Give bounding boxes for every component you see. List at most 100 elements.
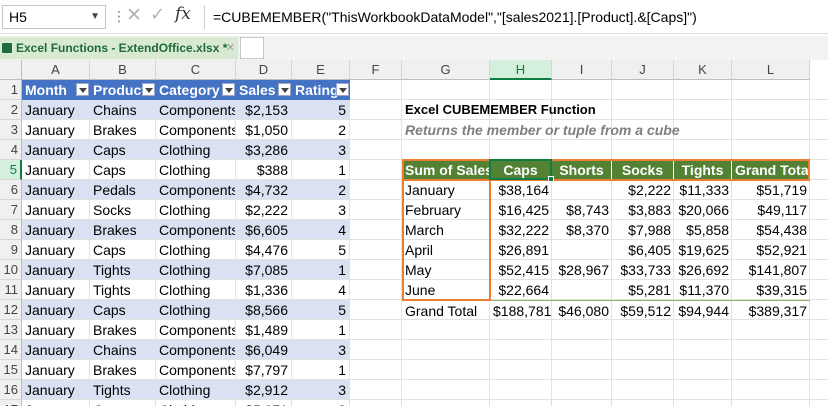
row-header[interactable]: 14 [0,340,22,360]
pivot-value-cell[interactable]: $33,733 [612,260,674,280]
pivot-header-cell[interactable]: Caps [490,160,552,180]
table-cell[interactable]: $6,605 [236,220,291,239]
name-box[interactable]: H5 ▼ [2,5,106,29]
pivot-value-cell[interactable]: $11,333 [674,180,732,200]
table-cell[interactable]: $388 [236,160,291,179]
table-cell[interactable]: Brakes [90,320,155,339]
pivot-value-cell[interactable]: $38,164 [490,180,552,200]
pivot-value-cell[interactable]: $54,438 [732,220,810,240]
column-header[interactable]: A [22,60,90,80]
pivot-value-cell[interactable]: $26,692 [674,260,732,280]
pivot-value-cell[interactable]: $5,281 [612,280,674,300]
pivot-total-label[interactable]: Grand Total [402,300,490,320]
pivot-header-cell[interactable]: Tights [674,160,732,180]
filter-dropdown-icon[interactable] [222,83,235,96]
pivot-value-cell[interactable] [552,240,612,260]
table-cell[interactable]: Pedals [90,180,155,199]
table-header-cell[interactable]: Category [156,80,236,100]
table-cell[interactable]: 5 [292,100,349,119]
pivot-row-label[interactable]: March [402,220,490,240]
table-cell[interactable]: January [22,340,89,359]
insert-function-icon[interactable]: fx [175,4,191,24]
column-header[interactable]: L [732,60,810,80]
pivot-header-cell[interactable]: Grand Total [732,160,810,180]
pivot-value-cell[interactable]: $52,921 [732,240,810,260]
table-cell[interactable]: 2 [292,180,349,199]
table-cell[interactable]: January [22,200,89,219]
table-cell[interactable]: Clothing [156,140,235,159]
column-header[interactable]: K [674,60,732,80]
table-header-cell[interactable]: Sales [236,80,292,100]
table-cell[interactable]: $3,286 [236,140,291,159]
row-header[interactable]: 10 [0,260,22,280]
table-cell[interactable]: January [22,320,89,339]
row-header[interactable]: 6 [0,180,22,200]
row-header[interactable]: 13 [0,320,22,340]
enter-icon[interactable]: ✓ [150,4,165,25]
pivot-total-cell[interactable]: $94,944 [674,300,732,320]
column-header[interactable]: B [90,60,156,80]
pivot-value-cell[interactable]: $11,370 [674,280,732,300]
table-cell[interactable]: Clothing [156,240,235,259]
table-cell[interactable]: Brakes [90,360,155,379]
table-cell[interactable]: Components [156,320,235,339]
filter-dropdown-icon[interactable] [142,83,155,96]
table-cell[interactable]: Caps [90,160,155,179]
table-cell[interactable]: Clothing [156,400,235,406]
table-cell[interactable]: Clothing [156,200,235,219]
table-cell[interactable]: Chains [90,100,155,119]
table-cell[interactable]: $7,797 [236,360,291,379]
table-cell[interactable]: 1 [292,360,349,379]
pivot-value-cell[interactable]: $49,117 [732,200,810,220]
row-header[interactable]: 7 [0,200,22,220]
table-cell[interactable]: Tights [90,380,155,399]
column-header[interactable]: J [612,60,674,80]
pivot-value-cell[interactable]: $19,625 [674,240,732,260]
table-cell[interactable]: 1 [292,260,349,279]
table-cell[interactable]: Components [156,340,235,359]
column-header[interactable]: D [236,60,292,80]
table-cell[interactable]: January [22,100,89,119]
row-header[interactable]: 15 [0,360,22,380]
table-cell[interactable]: Caps [90,400,155,406]
row-header[interactable]: 4 [0,140,22,160]
table-cell[interactable]: 2 [292,120,349,139]
table-cell[interactable]: $8,566 [236,300,291,319]
table-cell[interactable]: Clothing [156,160,235,179]
pivot-row-label[interactable]: June [402,280,490,300]
row-header[interactable]: 2 [0,100,22,120]
more-options-icon[interactable]: ⋮ [112,8,126,25]
table-header-cell[interactable]: Rating [292,80,350,100]
table-cell[interactable]: $2,153 [236,100,291,119]
pivot-value-cell[interactable]: $51,719 [732,180,810,200]
table-cell[interactable]: Tights [90,260,155,279]
pivot-value-cell[interactable]: $26,891 [490,240,552,260]
row-header[interactable]: 8 [0,220,22,240]
filter-dropdown-icon[interactable] [76,83,89,96]
table-cell[interactable]: Clothing [156,300,235,319]
close-icon[interactable]: ✕ [226,37,235,59]
filter-dropdown-icon[interactable] [278,83,291,96]
table-cell[interactable]: January [22,380,89,399]
table-cell[interactable]: Caps [90,240,155,259]
pivot-header-cell[interactable]: Socks [612,160,674,180]
table-cell[interactable]: 1 [292,320,349,339]
pivot-value-cell[interactable] [552,280,612,300]
pivot-value-cell[interactable] [552,180,612,200]
table-cell[interactable]: $4,732 [236,180,291,199]
column-header[interactable]: I [552,60,612,80]
table-cell[interactable]: January [22,240,89,259]
pivot-value-cell[interactable]: $5,858 [674,220,732,240]
table-cell[interactable]: January [22,300,89,319]
pivot-value-cell[interactable]: $141,807 [732,260,810,280]
column-header[interactable]: F [350,60,402,80]
pivot-value-cell[interactable]: $32,222 [490,220,552,240]
row-header[interactable]: 9 [0,240,22,260]
row-header[interactable]: 1 [0,80,22,100]
row-header[interactable]: 5 [0,160,22,180]
table-cell[interactable]: Tights [90,280,155,299]
table-cell[interactable]: 5 [292,240,349,259]
table-cell[interactable]: 4 [292,280,349,299]
table-cell[interactable]: $1,489 [236,320,291,339]
pivot-header-cell[interactable]: Sum of Sales [402,160,490,180]
